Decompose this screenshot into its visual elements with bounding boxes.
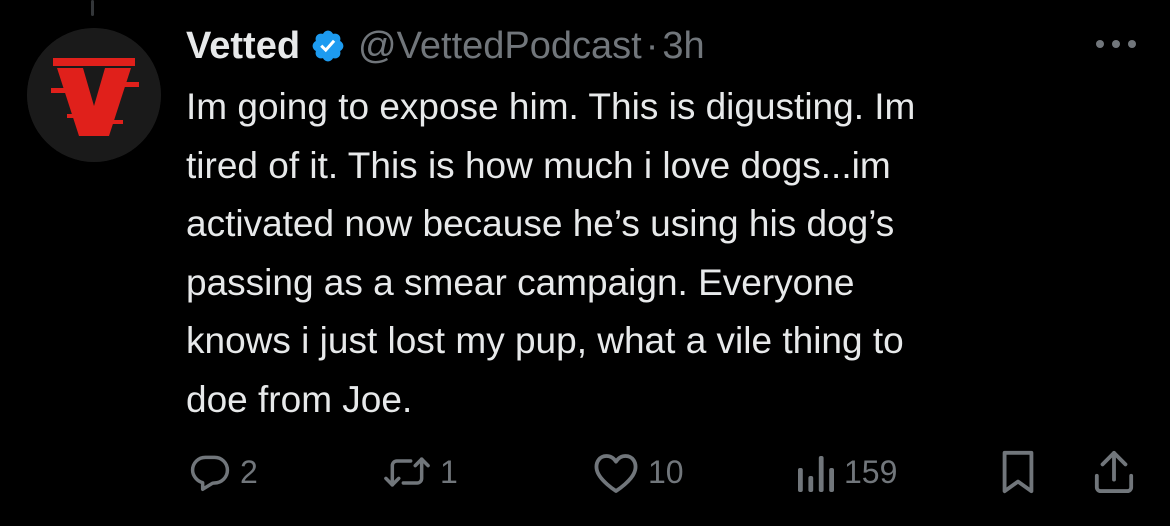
tweet-header: Vetted @VettedPodcast · 3h	[186, 20, 1136, 72]
tweet-text-line: activated now because he’s using his dog…	[186, 203, 895, 244]
user-handle[interactable]: @VettedPodcast	[358, 25, 642, 68]
tweet-text-line: tired of it. This is how much i love dog…	[186, 144, 891, 186]
tweet-text-line: doe from Joe.	[186, 378, 413, 420]
repost-count: 1	[440, 453, 458, 490]
tweet-text-line: passing as a smear campaign. Everyone	[186, 261, 855, 303]
like-button[interactable]: 10	[592, 446, 684, 498]
reply-count: 2	[240, 453, 258, 490]
tweet-text-line: knows i just lost my pup, what a vile th…	[186, 320, 904, 361]
tweet-content: Vetted @VettedPodcast · 3h Im going to e…	[186, 20, 1136, 429]
views-button[interactable]: 159	[796, 446, 897, 498]
thread-connector-line	[91, 0, 94, 16]
bookmark-icon	[998, 449, 1038, 495]
avatar[interactable]: V	[27, 28, 161, 162]
views-count: 159	[844, 453, 898, 490]
bookmark-button[interactable]	[998, 446, 1038, 498]
separator-dot: ·	[645, 24, 659, 67]
display-name[interactable]: Vetted	[186, 25, 300, 68]
like-icon	[592, 450, 640, 494]
share-icon	[1093, 449, 1135, 495]
views-icon	[796, 450, 836, 494]
tweet-text: Im going to expose him. This is digustin…	[186, 78, 1106, 429]
tweet-text-line: Im going to expose him. This is digustin…	[186, 86, 916, 127]
like-count: 10	[648, 453, 684, 490]
verified-badge-icon[interactable]	[310, 28, 346, 64]
reply-button[interactable]: 2	[188, 446, 258, 498]
reply-icon	[188, 450, 232, 494]
share-button[interactable]	[1093, 446, 1135, 498]
timestamp[interactable]: 3h	[662, 25, 704, 68]
tweet-actions-bar: 2 1 10 159	[186, 446, 1146, 498]
more-options-icon[interactable]	[1093, 34, 1139, 54]
avatar-logo: V	[27, 28, 161, 162]
repost-icon	[382, 450, 432, 494]
repost-button[interactable]: 1	[382, 446, 458, 498]
